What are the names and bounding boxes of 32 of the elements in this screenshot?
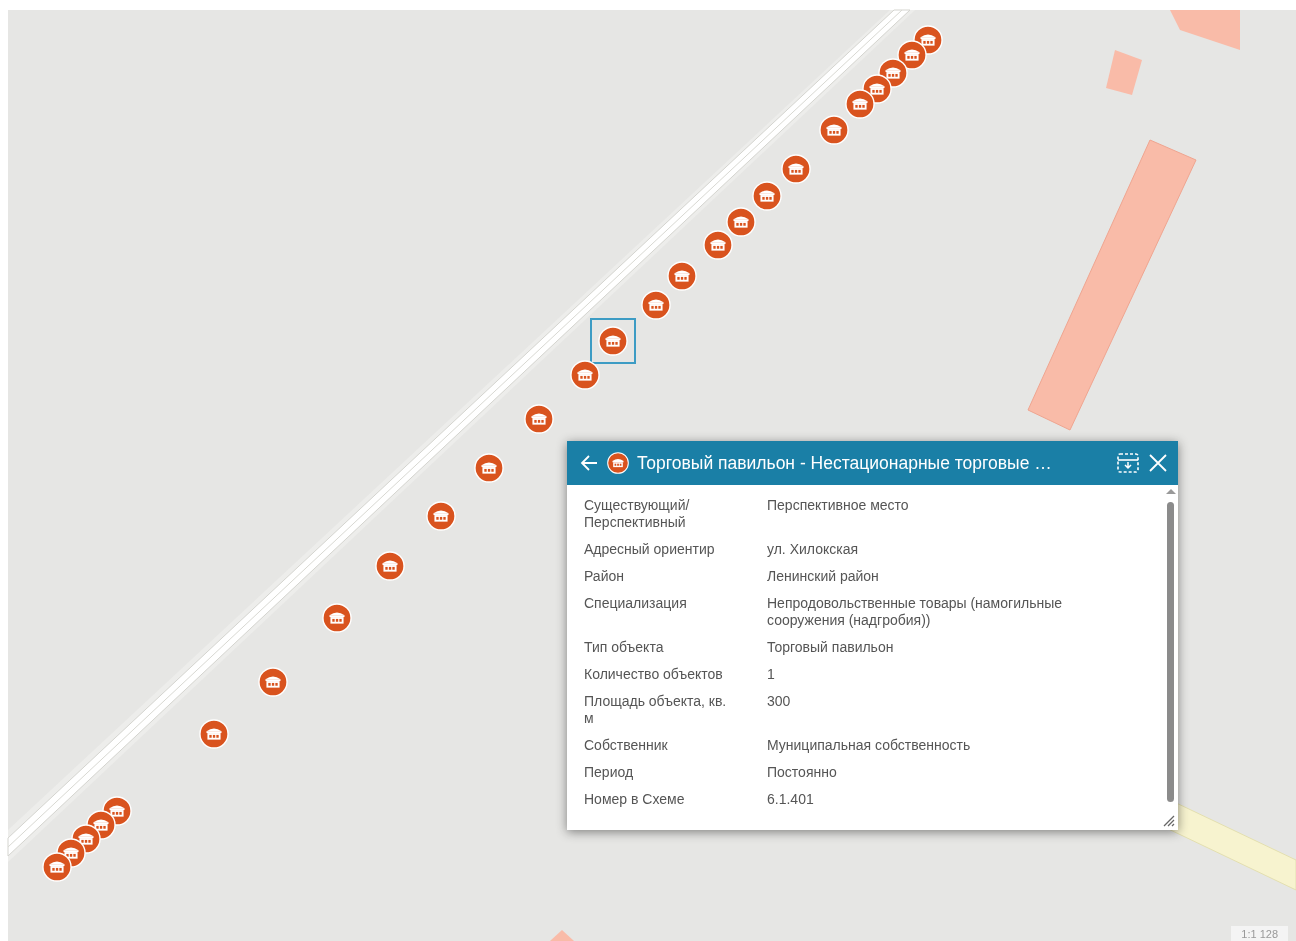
- field-label: Район: [584, 568, 625, 585]
- field-label: Существующий/ Перспективный: [584, 497, 691, 531]
- field-value: Ленинский район: [767, 568, 880, 585]
- map-scale: 1:1 128: [1231, 926, 1288, 941]
- field-value: 1: [767, 666, 776, 683]
- resize-grip-icon[interactable]: [1163, 815, 1175, 827]
- scroll-up-icon: [1166, 488, 1176, 495]
- dock-button[interactable]: [1116, 452, 1140, 474]
- dock-icon: [1116, 452, 1140, 474]
- field-label: Количество объектов: [584, 666, 724, 683]
- field-label: Собственник: [584, 737, 669, 754]
- close-icon: [1148, 453, 1168, 473]
- field-value: Муниципальная собственность: [767, 737, 972, 754]
- field-value: Постоянно: [767, 764, 838, 781]
- field-value: Перспективное место: [767, 497, 910, 515]
- field-label: Специализация: [584, 595, 688, 613]
- map-marker[interactable]: [590, 318, 636, 364]
- field-label: Адресный ориентир: [584, 541, 716, 558]
- field-label: Период: [584, 764, 635, 781]
- back-arrow-icon: [579, 453, 599, 473]
- field-value: 6.1.401: [767, 791, 815, 808]
- field-value: Торговый павильон: [767, 639, 895, 656]
- field-value: Непродовольственные товары (намогильные сооружения (надгробия)): [767, 595, 1063, 629]
- field-label: Площадь объекта, кв. м: [584, 693, 728, 727]
- field-label: Тип объекта: [584, 639, 665, 656]
- back-button[interactable]: [579, 453, 599, 473]
- pavilion-icon: [607, 452, 629, 474]
- popup-title: Торговый павильон - Нестационарные торговые …: [637, 452, 1053, 474]
- close-button[interactable]: [1148, 453, 1168, 473]
- field-value: ул. Хилокская: [767, 541, 859, 558]
- field-label: Номер в Схеме: [584, 791, 686, 808]
- field-value: 300: [767, 693, 792, 711]
